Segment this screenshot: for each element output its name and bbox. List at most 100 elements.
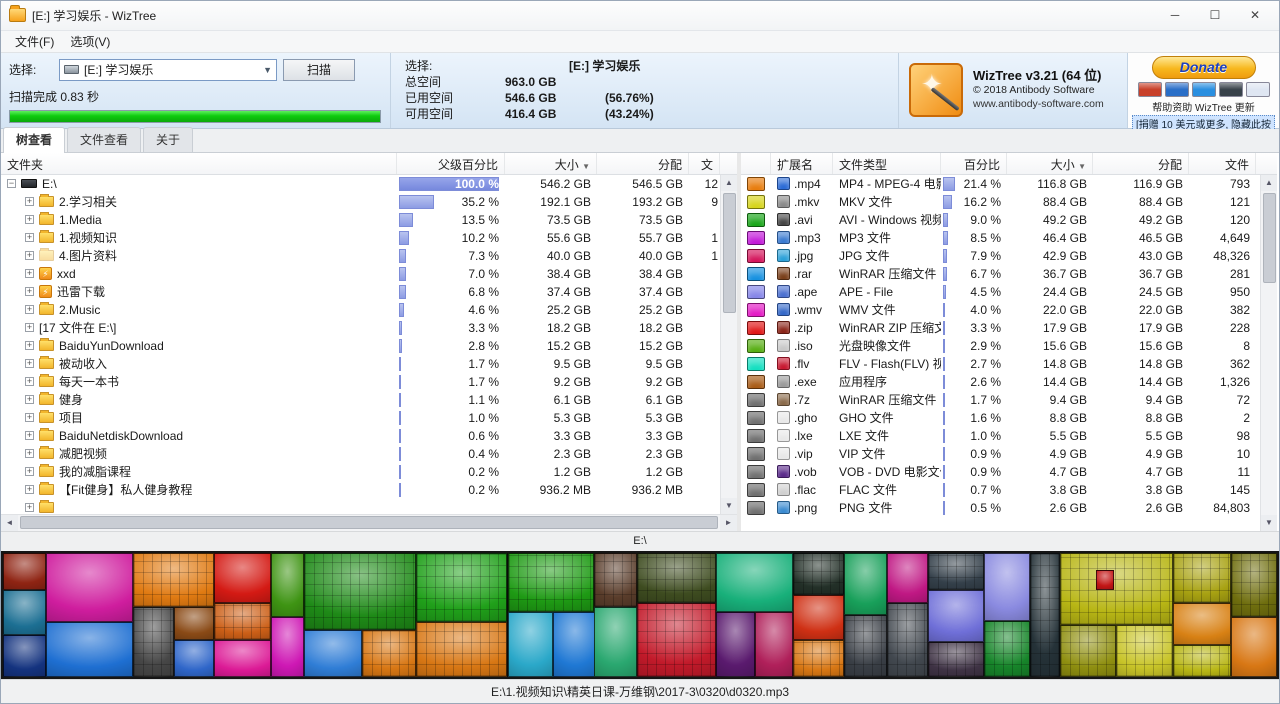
treemap-block[interactable] [214,603,270,640]
scroll-down-icon[interactable]: ▼ [721,498,737,514]
scrollbar-thumb[interactable] [20,516,718,529]
scroll-up-icon[interactable]: ▲ [1261,175,1277,191]
col-allocated[interactable]: 分配 [1093,153,1189,174]
treemap-block[interactable] [844,553,887,615]
treemap-block[interactable] [594,553,637,608]
treemap-block[interactable] [1096,570,1114,590]
col-folder[interactable]: 文件夹 [1,153,397,174]
treemap[interactable] [1,551,1279,680]
tree-row[interactable]: +4.图片资料7.3 %40.0 GB40.0 GB1 [1,247,720,265]
treemap-block[interactable] [637,603,716,678]
payment-card-icon[interactable] [1219,82,1243,97]
treemap-block[interactable] [984,553,1030,622]
menu-item[interactable]: 文件(F) [7,31,62,52]
tree-row[interactable]: +我的减脂课程0.2 %1.2 GB1.2 GB [1,463,720,481]
extension-row[interactable]: .lxeLXE 文件1.0 %5.5 GB5.5 GB98 [741,427,1260,445]
col-size[interactable]: 大小 ▼ [505,153,597,174]
tree-row[interactable]: +2.Music4.6 %25.2 GB25.2 GB [1,301,720,319]
donate-button[interactable]: Donate [1152,56,1256,79]
tree-row[interactable]: +BaiduNetdiskDownload0.6 %3.3 GB3.3 GB [1,427,720,445]
extension-row[interactable]: .exe应用程序2.6 %14.4 GB14.4 GB1,326 [741,373,1260,391]
treemap-block[interactable] [46,553,133,623]
extension-row[interactable]: .rarWinRAR 压缩文件6.7 %36.7 GB36.7 GB281 [741,265,1260,283]
treemap-block[interactable] [1060,553,1172,625]
treemap-block[interactable] [133,553,215,608]
expander-icon[interactable]: + [25,287,34,296]
treemap-block[interactable] [416,553,508,623]
treemap-block[interactable] [1173,603,1232,645]
tree-vertical-scrollbar[interactable]: ▲ ▼ [720,175,737,514]
treemap-block[interactable] [362,630,416,677]
treemap-block[interactable] [887,603,928,678]
col-files[interactable]: 文件 [1189,153,1256,174]
extension-row[interactable]: .pngPNG 文件0.5 %2.6 GB2.6 GB84,803 [741,499,1260,517]
treemap-block[interactable] [928,642,984,677]
treemap-block[interactable] [1030,553,1061,678]
scan-button[interactable]: 扫描 [283,59,355,81]
expander-icon[interactable]: + [25,197,34,206]
tree-row[interactable]: +被动收入1.7 %9.5 GB9.5 GB [1,355,720,373]
treemap-block[interactable] [755,612,793,677]
expander-icon[interactable]: + [25,359,34,368]
expander-icon[interactable]: + [25,503,34,512]
extension-row[interactable]: .7zWinRAR 压缩文件1.7 %9.4 GB9.4 GB72 [741,391,1260,409]
treemap-block[interactable] [133,607,174,677]
extension-row[interactable]: .mp3MP3 文件8.5 %46.4 GB46.5 GB4,649 [741,229,1260,247]
treemap-block[interactable] [793,640,844,677]
extension-row[interactable]: .flvFLV - Flash(FLV) 视频2.7 %14.8 GB14.8 … [741,355,1260,373]
treemap-block[interactable] [416,622,508,677]
treemap-block[interactable] [174,607,215,639]
scroll-right-icon[interactable]: ► [720,515,737,531]
treemap-block[interactable] [3,553,46,590]
treemap-block[interactable] [508,612,554,677]
extension-row[interactable]: .vobVOB - DVD 电影文件0.9 %4.7 GB4.7 GB11 [741,463,1260,481]
extension-row[interactable]: .mp4MP4 - MPEG-4 电影21.4 %116.8 GB116.9 G… [741,175,1260,193]
tree-row[interactable]: +BaiduYunDownload2.8 %15.2 GB15.2 GB [1,337,720,355]
payment-card-icon[interactable] [1165,82,1189,97]
website-link[interactable]: www.antibody-software.com [973,97,1104,111]
expander-icon[interactable]: + [25,413,34,422]
col-parent-percent[interactable]: 父级百分比 [397,153,505,174]
tree-row[interactable]: +1.Media13.5 %73.5 GB73.5 GB [1,211,720,229]
scrollbar-thumb[interactable] [723,193,736,313]
expander-icon[interactable]: + [25,485,34,494]
treemap-block[interactable] [793,595,844,640]
extension-row[interactable]: .ghoGHO 文件1.6 %8.8 GB8.8 GB2 [741,409,1260,427]
extensions-vertical-scrollbar[interactable]: ▲ ▼ [1260,175,1277,531]
scroll-left-icon[interactable]: ◄ [1,515,18,531]
treemap-block[interactable] [214,640,270,677]
tree-row[interactable]: +2.学习相关35.2 %192.1 GB193.2 GB9 [1,193,720,211]
payment-card-icon[interactable] [1246,82,1270,97]
tree-row[interactable]: +项目1.0 %5.3 GB5.3 GB [1,409,720,427]
expander-icon[interactable]: + [25,449,34,458]
maximize-button[interactable]: ☐ [1195,3,1235,27]
tree-row[interactable]: −E:\100.0 %546.2 GB546.5 GB12 [1,175,720,193]
tab-about[interactable]: 关于 [143,127,193,152]
drive-dropdown[interactable]: [E:] 学习娱乐 ▼ [59,59,277,81]
expander-icon[interactable]: + [25,431,34,440]
extension-row[interactable]: .flacFLAC 文件0.7 %3.8 GB3.8 GB145 [741,481,1260,499]
tab-file-view[interactable]: 文件查看 [67,127,141,152]
treemap-block[interactable] [214,553,270,603]
tree-row[interactable]: +1.视频知识10.2 %55.6 GB55.7 GB1 [1,229,720,247]
tree-row[interactable]: +【Fit健身】私人健身教程0.2 %936.2 MB936.2 MB [1,481,720,499]
treemap-block[interactable] [887,553,928,603]
treemap-block[interactable] [984,621,1030,677]
treemap-block[interactable] [174,640,215,677]
expander-icon[interactable]: + [25,467,34,476]
tree-row[interactable]: +​ [1,499,720,514]
treemap-block[interactable] [1116,625,1172,677]
payment-card-icon[interactable] [1192,82,1216,97]
expander-icon[interactable]: + [25,251,34,260]
treemap-block[interactable] [1231,617,1277,677]
expander-icon[interactable]: + [25,215,34,224]
treemap-block[interactable] [793,553,844,595]
treemap-block[interactable] [716,612,754,677]
treemap-block[interactable] [508,553,595,613]
col-size[interactable]: 大小 ▼ [1007,153,1093,174]
tree-row[interactable]: +⚡迅雷下载6.8 %37.4 GB37.4 GB [1,283,720,301]
treemap-block[interactable] [1173,645,1232,677]
extension-row[interactable]: .aviAVI - Windows 视频9.0 %49.2 GB49.2 GB1… [741,211,1260,229]
extension-row[interactable]: .mkvMKV 文件16.2 %88.4 GB88.4 GB121 [741,193,1260,211]
col-percent[interactable]: 百分比 [941,153,1007,174]
